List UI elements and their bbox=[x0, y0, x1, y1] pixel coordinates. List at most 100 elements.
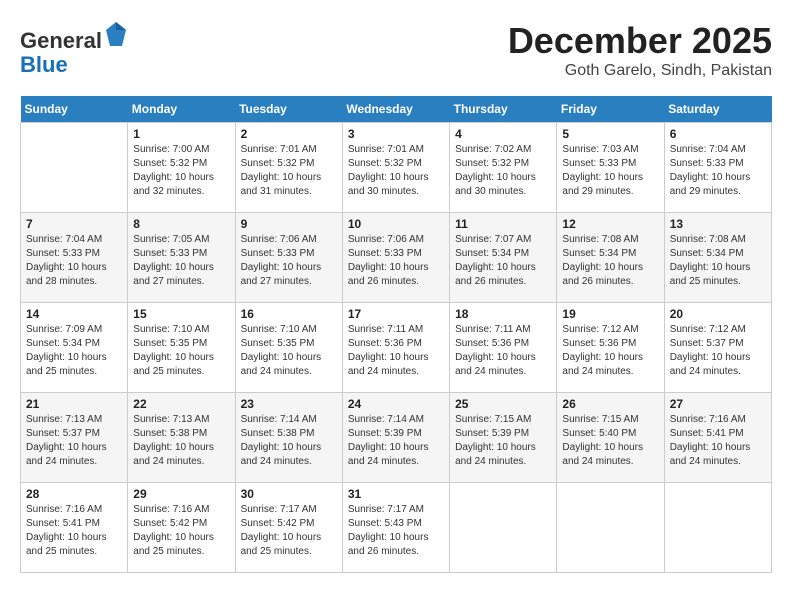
day-number: 4 bbox=[455, 127, 551, 141]
day-number: 21 bbox=[26, 397, 122, 411]
weekday-thursday: Thursday bbox=[450, 96, 557, 123]
day-info: Sunrise: 7:10 AM Sunset: 5:35 PM Dayligh… bbox=[133, 323, 229, 379]
weekday-sunday: Sunday bbox=[21, 96, 128, 123]
calendar-cell: 21 Sunrise: 7:13 AM Sunset: 5:37 PM Dayli… bbox=[21, 393, 128, 483]
day-info: Sunrise: 7:12 AM Sunset: 5:37 PM Dayligh… bbox=[670, 323, 766, 379]
day-info: Sunrise: 7:01 AM Sunset: 5:32 PM Dayligh… bbox=[348, 143, 444, 199]
day-number: 9 bbox=[241, 217, 337, 231]
calendar-cell: 19 Sunrise: 7:12 AM Sunset: 5:36 PM Dayli… bbox=[557, 303, 664, 393]
day-number: 15 bbox=[133, 307, 229, 321]
calendar-cell: 12 Sunrise: 7:08 AM Sunset: 5:34 PM Dayli… bbox=[557, 213, 664, 303]
day-number: 23 bbox=[241, 397, 337, 411]
calendar-body: 1 Sunrise: 7:00 AM Sunset: 5:32 PM Daylig… bbox=[21, 123, 772, 573]
calendar-cell: 27 Sunrise: 7:16 AM Sunset: 5:41 PM Dayli… bbox=[664, 393, 771, 483]
day-info: Sunrise: 7:17 AM Sunset: 5:43 PM Dayligh… bbox=[348, 503, 444, 559]
calendar-cell: 14 Sunrise: 7:09 AM Sunset: 5:34 PM Dayli… bbox=[21, 303, 128, 393]
page-header: General Blue December 2025 Goth Garelo, … bbox=[20, 20, 772, 80]
day-number: 3 bbox=[348, 127, 444, 141]
day-number: 18 bbox=[455, 307, 551, 321]
week-row-2: 7 Sunrise: 7:04 AM Sunset: 5:33 PM Daylig… bbox=[21, 213, 772, 303]
week-row-3: 14 Sunrise: 7:09 AM Sunset: 5:34 PM Dayli… bbox=[21, 303, 772, 393]
day-number: 22 bbox=[133, 397, 229, 411]
logo-blue: Blue bbox=[20, 52, 68, 77]
day-number: 25 bbox=[455, 397, 551, 411]
day-number: 13 bbox=[670, 217, 766, 231]
day-number: 8 bbox=[133, 217, 229, 231]
day-info: Sunrise: 7:04 AM Sunset: 5:33 PM Dayligh… bbox=[26, 233, 122, 289]
calendar-cell bbox=[450, 483, 557, 573]
calendar-cell: 24Sunrise: 7:14 AM Sunset: 5:39 PM Dayli… bbox=[342, 393, 449, 483]
day-info: Sunrise: 7:03 AM Sunset: 5:33 PM Dayligh… bbox=[562, 143, 658, 199]
weekday-friday: Friday bbox=[557, 96, 664, 123]
day-number: 27 bbox=[670, 397, 766, 411]
calendar-cell: 6 Sunrise: 7:04 AM Sunset: 5:33 PM Daylig… bbox=[664, 123, 771, 213]
day-info: Sunrise: 7:11 AM Sunset: 5:36 PM Dayligh… bbox=[348, 323, 444, 379]
day-info: Sunrise: 7:04 AM Sunset: 5:33 PM Dayligh… bbox=[670, 143, 766, 199]
calendar-cell: 1 Sunrise: 7:00 AM Sunset: 5:32 PM Daylig… bbox=[128, 123, 235, 213]
day-number: 5 bbox=[562, 127, 658, 141]
calendar-cell: 16 Sunrise: 7:10 AM Sunset: 5:35 PM Dayli… bbox=[235, 303, 342, 393]
day-info: Sunrise: 7:10 AM Sunset: 5:35 PM Dayligh… bbox=[241, 323, 337, 379]
calendar-table: SundayMondayTuesdayWednesdayThursdayFrid… bbox=[20, 96, 772, 573]
calendar-cell: 20 Sunrise: 7:12 AM Sunset: 5:37 PM Dayli… bbox=[664, 303, 771, 393]
month-title: December 2025 bbox=[508, 20, 772, 62]
calendar-cell: 7 Sunrise: 7:04 AM Sunset: 5:33 PM Daylig… bbox=[21, 213, 128, 303]
calendar-cell: 2Sunrise: 7:01 AM Sunset: 5:32 PM Daylig… bbox=[235, 123, 342, 213]
day-number: 1 bbox=[133, 127, 229, 141]
day-info: Sunrise: 7:12 AM Sunset: 5:36 PM Dayligh… bbox=[562, 323, 658, 379]
day-info: Sunrise: 7:05 AM Sunset: 5:33 PM Dayligh… bbox=[133, 233, 229, 289]
day-info: Sunrise: 7:11 AM Sunset: 5:36 PM Dayligh… bbox=[455, 323, 551, 379]
day-number: 12 bbox=[562, 217, 658, 231]
calendar-cell: 23Sunrise: 7:14 AM Sunset: 5:38 PM Dayli… bbox=[235, 393, 342, 483]
day-number: 20 bbox=[670, 307, 766, 321]
day-number: 29 bbox=[133, 487, 229, 501]
day-number: 17 bbox=[348, 307, 444, 321]
day-number: 11 bbox=[455, 217, 551, 231]
calendar-cell: 13 Sunrise: 7:08 AM Sunset: 5:34 PM Dayli… bbox=[664, 213, 771, 303]
calendar-cell: 10 Sunrise: 7:06 AM Sunset: 5:33 PM Dayli… bbox=[342, 213, 449, 303]
weekday-header-row: SundayMondayTuesdayWednesdayThursdayFrid… bbox=[21, 96, 772, 123]
day-info: Sunrise: 7:13 AM Sunset: 5:38 PM Dayligh… bbox=[133, 413, 229, 469]
calendar-cell bbox=[557, 483, 664, 573]
day-number: 16 bbox=[241, 307, 337, 321]
calendar-cell: 8 Sunrise: 7:05 AM Sunset: 5:33 PM Daylig… bbox=[128, 213, 235, 303]
day-number: 6 bbox=[670, 127, 766, 141]
day-number: 14 bbox=[26, 307, 122, 321]
day-number: 24 bbox=[348, 397, 444, 411]
week-row-1: 1 Sunrise: 7:00 AM Sunset: 5:32 PM Daylig… bbox=[21, 123, 772, 213]
day-info: Sunrise: 7:15 AM Sunset: 5:39 PM Dayligh… bbox=[455, 413, 551, 469]
calendar-cell: 11 Sunrise: 7:07 AM Sunset: 5:34 PM Dayli… bbox=[450, 213, 557, 303]
day-number: 30 bbox=[241, 487, 337, 501]
day-number: 28 bbox=[26, 487, 122, 501]
weekday-monday: Monday bbox=[128, 96, 235, 123]
day-info: Sunrise: 7:16 AM Sunset: 5:41 PM Dayligh… bbox=[26, 503, 122, 559]
calendar-cell: 5 Sunrise: 7:03 AM Sunset: 5:33 PM Daylig… bbox=[557, 123, 664, 213]
day-info: Sunrise: 7:06 AM Sunset: 5:33 PM Dayligh… bbox=[348, 233, 444, 289]
day-number: 7 bbox=[26, 217, 122, 231]
day-info: Sunrise: 7:17 AM Sunset: 5:42 PM Dayligh… bbox=[241, 503, 337, 559]
day-number: 26 bbox=[562, 397, 658, 411]
logo-icon bbox=[104, 20, 128, 48]
day-info: Sunrise: 7:13 AM Sunset: 5:37 PM Dayligh… bbox=[26, 413, 122, 469]
day-info: Sunrise: 7:08 AM Sunset: 5:34 PM Dayligh… bbox=[562, 233, 658, 289]
calendar-cell: 18 Sunrise: 7:11 AM Sunset: 5:36 PM Dayli… bbox=[450, 303, 557, 393]
day-info: Sunrise: 7:00 AM Sunset: 5:32 PM Dayligh… bbox=[133, 143, 229, 199]
day-info: Sunrise: 7:09 AM Sunset: 5:34 PM Dayligh… bbox=[26, 323, 122, 379]
logo-text: General Blue bbox=[20, 20, 128, 77]
day-info: Sunrise: 7:16 AM Sunset: 5:41 PM Dayligh… bbox=[670, 413, 766, 469]
day-info: Sunrise: 7:02 AM Sunset: 5:32 PM Dayligh… bbox=[455, 143, 551, 199]
weekday-tuesday: Tuesday bbox=[235, 96, 342, 123]
day-info: Sunrise: 7:15 AM Sunset: 5:40 PM Dayligh… bbox=[562, 413, 658, 469]
day-info: Sunrise: 7:07 AM Sunset: 5:34 PM Dayligh… bbox=[455, 233, 551, 289]
day-number: 19 bbox=[562, 307, 658, 321]
calendar-cell: 17 Sunrise: 7:11 AM Sunset: 5:36 PM Dayli… bbox=[342, 303, 449, 393]
day-info: Sunrise: 7:08 AM Sunset: 5:34 PM Dayligh… bbox=[670, 233, 766, 289]
calendar-cell: 30 Sunrise: 7:17 AM Sunset: 5:42 PM Dayli… bbox=[235, 483, 342, 573]
calendar-cell: 31Sunrise: 7:17 AM Sunset: 5:43 PM Dayli… bbox=[342, 483, 449, 573]
logo-general: General bbox=[20, 28, 102, 53]
day-number: 10 bbox=[348, 217, 444, 231]
title-block: December 2025 Goth Garelo, Sindh, Pakist… bbox=[508, 20, 772, 80]
week-row-4: 21 Sunrise: 7:13 AM Sunset: 5:37 PM Dayli… bbox=[21, 393, 772, 483]
calendar-cell: 4 Sunrise: 7:02 AM Sunset: 5:32 PM Daylig… bbox=[450, 123, 557, 213]
week-row-5: 28 Sunrise: 7:16 AM Sunset: 5:41 PM Dayli… bbox=[21, 483, 772, 573]
